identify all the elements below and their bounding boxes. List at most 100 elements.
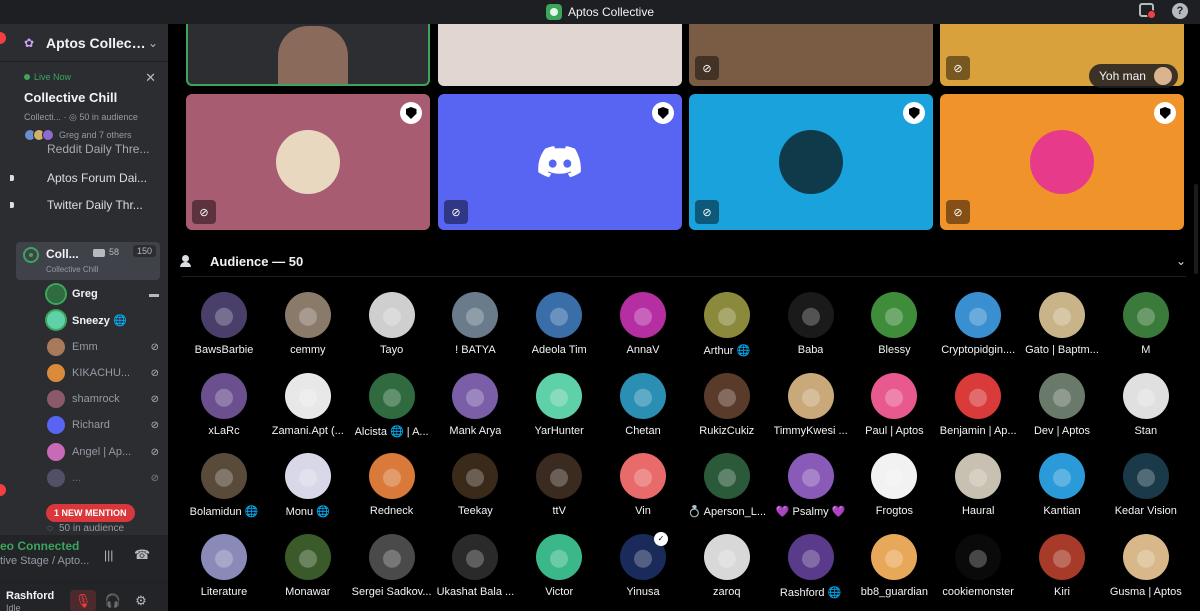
server-header[interactable]: ✿ Aptos Collecti... ⌄ bbox=[0, 24, 168, 62]
audience-title: Audience — 50 bbox=[210, 253, 304, 269]
audience-member-name: Baba bbox=[797, 344, 824, 356]
help-icon[interactable]: ? bbox=[1172, 3, 1188, 19]
chevron-down-icon[interactable]: ⌄ bbox=[148, 36, 158, 50]
voice-member[interactable]: Richard ⊘ bbox=[47, 415, 159, 435]
avatar bbox=[703, 533, 750, 580]
close-icon[interactable]: ✕ bbox=[145, 70, 156, 86]
moderator-shield-icon bbox=[652, 102, 674, 124]
live-stage-subtitle: Collecti... · ◎ 50 in audience bbox=[24, 112, 138, 122]
voice-member[interactable]: Angel | Ap... ⊘ bbox=[47, 442, 159, 462]
audience-member[interactable]: Literature bbox=[182, 533, 266, 611]
audience-member[interactable]: Chetan bbox=[601, 372, 685, 453]
avatar bbox=[787, 453, 834, 499]
audience-member[interactable]: ttV bbox=[517, 453, 601, 533]
audience-member[interactable]: Tayo bbox=[350, 292, 434, 372]
audience-member-name: Sergei Sadkov... bbox=[351, 585, 432, 598]
audience-member[interactable]: Adeola Tim bbox=[517, 292, 601, 372]
audience-member[interactable]: Blessy bbox=[852, 292, 936, 372]
scrollbar[interactable] bbox=[1194, 184, 1198, 274]
disconnect-icon[interactable]: ☎ bbox=[134, 547, 150, 563]
speaker-tile[interactable] bbox=[438, 24, 682, 86]
audience-member[interactable]: Gato | Baptm... bbox=[1020, 292, 1104, 372]
settings-gear-icon[interactable]: ⚙ bbox=[128, 590, 154, 611]
audience-member[interactable]: Baba bbox=[769, 292, 853, 372]
new-mention-badge[interactable]: 1 NEW MENTION bbox=[46, 504, 135, 522]
audience-member[interactable]: Kedar Vision bbox=[1104, 453, 1188, 533]
inbox-icon[interactable] bbox=[1139, 3, 1156, 19]
audience-member[interactable]: Sergei Sadkov... bbox=[350, 533, 434, 611]
live-stage-card[interactable]: Live Now ✕ Collective Chill Collecti... … bbox=[16, 66, 160, 148]
audience-member[interactable]: BawsBarbie bbox=[182, 292, 266, 372]
audience-member[interactable]: cookiemonster bbox=[936, 533, 1020, 611]
speaker-tile[interactable]: ⊘ bbox=[940, 94, 1184, 230]
audience-member[interactable]: Benjamin | Ap... bbox=[936, 372, 1020, 453]
audience-member[interactable]: Kantian bbox=[1020, 453, 1104, 533]
audience-member-name: xLaRc bbox=[208, 424, 240, 437]
noise-suppression-icon[interactable]: ||| bbox=[104, 548, 113, 562]
channel-item[interactable]: Reddit Daily Thre... bbox=[12, 142, 150, 156]
audience-member[interactable]: Stan bbox=[1104, 372, 1188, 453]
audience-member[interactable]: Gusma | Aptos bbox=[1104, 533, 1188, 611]
audience-member[interactable]: Zamani.Apt (... bbox=[266, 372, 350, 453]
audience-member[interactable]: Paul | Aptos bbox=[852, 372, 936, 453]
audience-member[interactable]: Teekay bbox=[433, 453, 517, 533]
audience-member[interactable]: Frogtos bbox=[852, 453, 936, 533]
audience-member[interactable]: zaroq bbox=[685, 533, 769, 611]
audience-header[interactable]: Audience — 50 ⌄ bbox=[180, 246, 1186, 276]
audience-member[interactable]: Monawar bbox=[266, 533, 350, 611]
audience-member[interactable]: bb8_guardian bbox=[852, 533, 936, 611]
audience-member[interactable]: cemmy bbox=[266, 292, 350, 372]
audience-member[interactable]: Arthur 🌐 bbox=[685, 292, 769, 372]
audience-member[interactable]: Ukashat Bala ... bbox=[433, 533, 517, 611]
audience-member[interactable]: Kiri bbox=[1020, 533, 1104, 611]
audience-member[interactable]: xLaRc bbox=[182, 372, 266, 453]
voice-member[interactable]: Emm ⊘ bbox=[47, 337, 159, 357]
voice-member[interactable]: Sneezy 🌐 bbox=[47, 310, 159, 330]
audience-member[interactable]: TimmyKwesi ... bbox=[769, 372, 853, 453]
channel-item[interactable]: Aptos Forum Dai... bbox=[10, 171, 147, 185]
chevron-down-icon[interactable]: ⌄ bbox=[1176, 254, 1186, 268]
audience-member-name: Benjamin | Ap... bbox=[939, 424, 1017, 437]
voice-channel-link[interactable]: tive Stage / Apto... bbox=[0, 555, 89, 567]
avatar bbox=[47, 338, 65, 356]
audience-member[interactable]: Mank Arya bbox=[433, 372, 517, 453]
audience-member[interactable]: AnnaV bbox=[601, 292, 685, 372]
avatar bbox=[620, 453, 666, 499]
audience-member-name: Redneck bbox=[369, 505, 414, 517]
stage-channel[interactable]: Coll... 58 150 Collective Chill bbox=[16, 242, 160, 280]
audience-member[interactable]: Monu 🌐 bbox=[266, 453, 350, 533]
speaker-tile[interactable] bbox=[186, 24, 430, 86]
speaker-tile[interactable]: ⊘ bbox=[186, 94, 430, 230]
avatar bbox=[452, 453, 499, 499]
audience-member[interactable]: Cryptopidgin.... bbox=[936, 292, 1020, 372]
audience-member[interactable]: Rashford 🌐 bbox=[769, 533, 853, 611]
audience-member[interactable]: ✓ Yinusa bbox=[601, 531, 685, 611]
audience-member[interactable]: M bbox=[1104, 292, 1188, 372]
username[interactable]: Rashford bbox=[6, 590, 54, 602]
twitter-badge-icon: ✓ bbox=[654, 531, 668, 546]
channel-item[interactable]: Twitter Daily Thr... bbox=[10, 198, 143, 212]
audience-member[interactable]: Alcista 🌐 | A... bbox=[350, 372, 434, 453]
speaker-tile[interactable]: ⊘ bbox=[438, 94, 682, 230]
audience-member[interactable]: Victor bbox=[517, 533, 601, 611]
audience-member[interactable]: Vin bbox=[601, 453, 685, 533]
audience-member[interactable]: Redneck bbox=[350, 453, 434, 533]
headphones-icon[interactable]: 🎧 bbox=[100, 590, 126, 611]
voice-member[interactable]: shamrock ⊘ bbox=[47, 389, 159, 409]
avatar bbox=[201, 453, 247, 499]
speaker-tile[interactable]: ⊘ bbox=[689, 24, 933, 86]
mute-microphone-icon[interactable]: 🎙 bbox=[70, 590, 96, 611]
audience-member[interactable]: Haural bbox=[936, 453, 1020, 533]
voice-member[interactable]: KIKACHU... ⊘ bbox=[47, 363, 159, 383]
audience-member[interactable]: Dev | Aptos bbox=[1020, 372, 1104, 453]
audience-member[interactable]: YarHunter bbox=[517, 372, 601, 453]
audience-member[interactable]: 💍 Aperson_L... bbox=[685, 453, 769, 533]
user-panel: Rashford Idle 🎙 🎧 ⚙ bbox=[0, 583, 168, 611]
audience-member[interactable]: 💜 Psalmy 💜 bbox=[769, 453, 853, 533]
speaker-tile[interactable]: ⊘ bbox=[689, 94, 933, 230]
audience-member[interactable]: Bolamidun 🌐 bbox=[182, 453, 266, 533]
voice-member[interactable]: ... ⊘ bbox=[47, 468, 159, 488]
audience-member[interactable]: ! BATYA bbox=[433, 292, 517, 372]
voice-member[interactable]: Greg ▬ bbox=[47, 284, 159, 304]
audience-member[interactable]: RukizCukiz bbox=[685, 372, 769, 453]
